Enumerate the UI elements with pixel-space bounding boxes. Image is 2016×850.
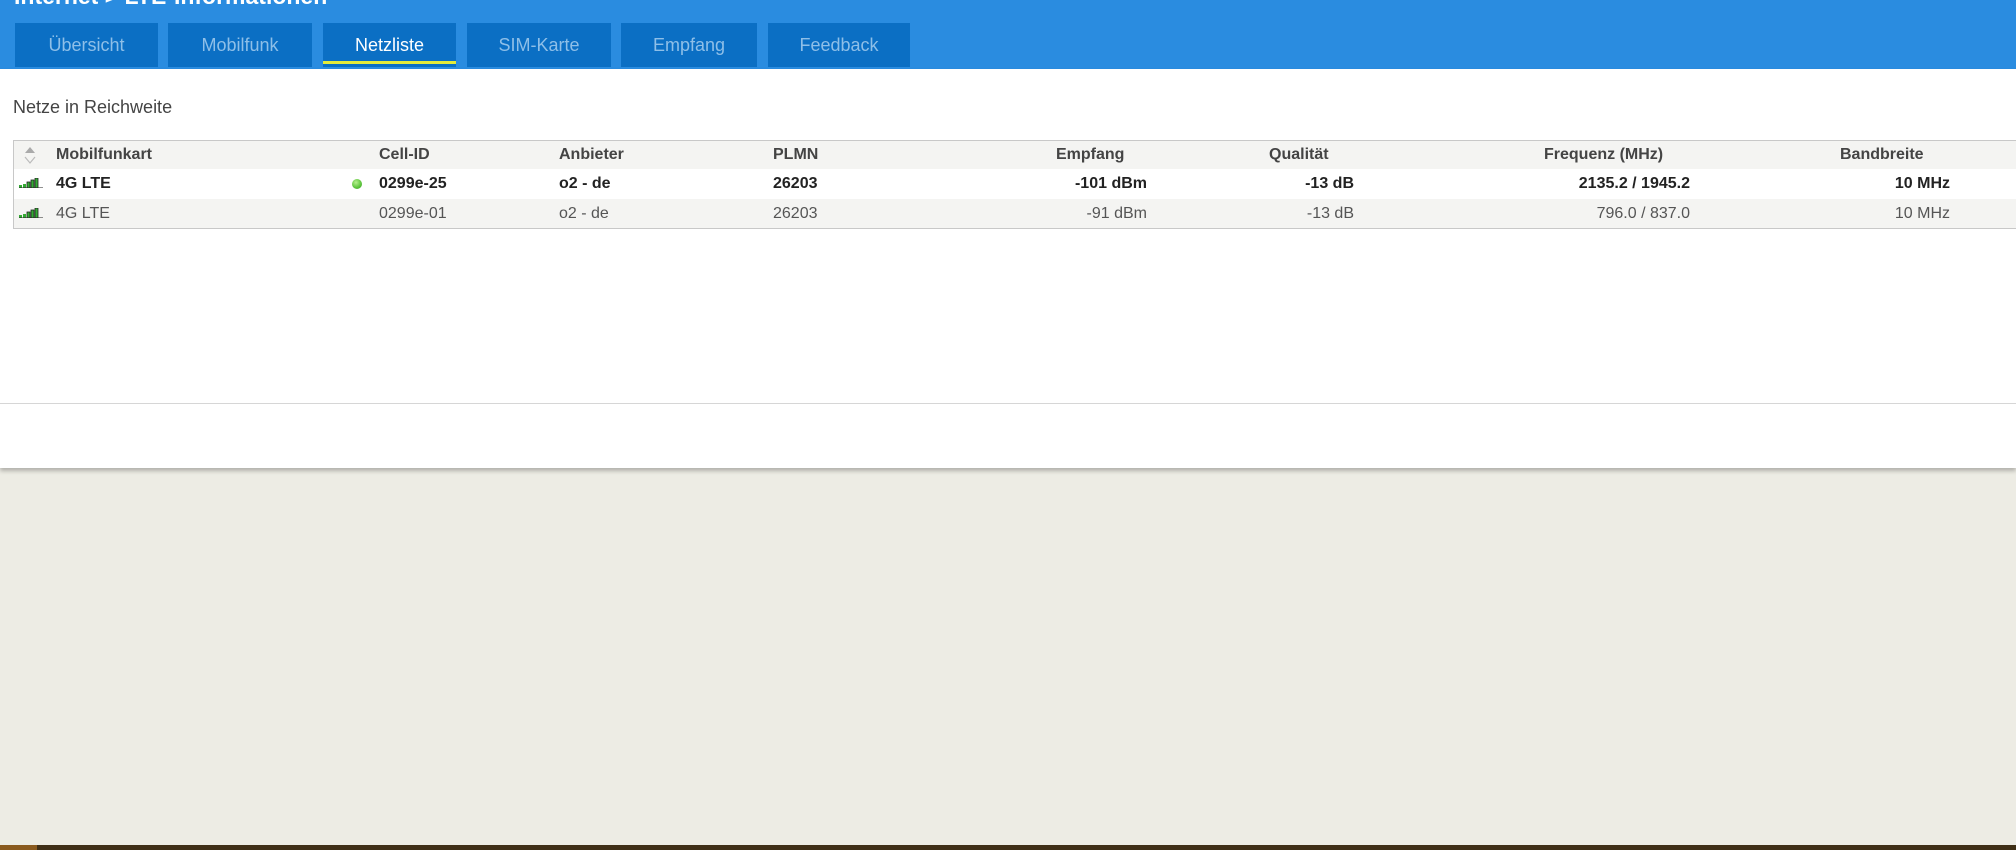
table-row[interactable]: 4G LTE 0299e-25 o2 - de 26203 -101 dBm -…: [14, 169, 2016, 198]
tab-sim-karte[interactable]: SIM-Karte: [467, 23, 611, 67]
section-title: Netze in Reichweite: [13, 97, 173, 117]
taskbar-item: [0, 845, 37, 850]
page-title: Internet > LTE-Informationen: [14, 0, 327, 10]
column-header-anbieter[interactable]: Anbieter: [559, 141, 624, 169]
taskbar-edge: [0, 845, 2016, 850]
cell-plmn: 26203: [773, 174, 818, 192]
content-panel: Netze in Reichweite Mobilfunkart Cell-ID…: [0, 69, 2016, 468]
column-header-bandbreite[interactable]: Bandbreite: [1840, 141, 1924, 169]
signal-strength-icon: [19, 208, 43, 218]
cell-reception: -101 dBm: [1074, 174, 1147, 192]
active-cell-dot-icon: [352, 169, 362, 198]
tab-feedback[interactable]: Feedback: [768, 23, 910, 67]
cell-quality: -13 dB: [1305, 174, 1354, 192]
table-row[interactable]: 4G LTE 0299e-01 o2 - de 26203 -91 dBm -1…: [14, 199, 2016, 228]
cell-type: 4G LTE: [56, 174, 111, 192]
column-header-empfang[interactable]: Empfang: [1056, 141, 1124, 169]
column-header-mobilfunkart[interactable]: Mobilfunkart: [56, 141, 152, 169]
tab-uebersicht[interactable]: Übersicht: [15, 23, 158, 67]
sort-icon[interactable]: [22, 141, 38, 169]
cell-quality: -13 dB: [1306, 204, 1354, 222]
cell-bandwidth: 10 MHz: [1894, 204, 1950, 222]
cell-reception: -91 dBm: [1086, 204, 1147, 222]
tab-mobilfunk[interactable]: Mobilfunk: [168, 23, 312, 67]
cell-id: 0299e-25: [379, 174, 447, 192]
cell-provider: o2 - de: [559, 204, 609, 222]
cell-provider: o2 - de: [559, 174, 611, 192]
tab-netzliste[interactable]: Netzliste: [323, 23, 456, 67]
table-header: Mobilfunkart Cell-ID Anbieter PLMN Empfa…: [14, 141, 2016, 169]
cell-id: 0299e-01: [379, 204, 447, 222]
header-bar: Internet > LTE-Informationen Übersicht M…: [0, 0, 2016, 69]
cell-type: 4G LTE: [56, 204, 110, 222]
cell-frequency: 2135.2 / 1945.2: [1578, 174, 1690, 192]
network-table: Mobilfunkart Cell-ID Anbieter PLMN Empfa…: [13, 140, 2016, 229]
cell-bandwidth: 10 MHz: [1894, 174, 1950, 192]
tab-label: Netzliste: [354, 34, 425, 55]
cell-plmn: 26203: [773, 204, 818, 222]
divider: [0, 403, 2016, 404]
column-header-plmn[interactable]: PLMN: [773, 141, 818, 169]
cell-frequency: 796.0 / 837.0: [1596, 204, 1690, 222]
column-header-frequenz[interactable]: Frequenz (MHz): [1544, 141, 1663, 169]
column-header-qualitaet[interactable]: Qualität: [1269, 141, 1329, 169]
tab-empfang[interactable]: Empfang: [621, 23, 757, 67]
signal-strength-icon: [19, 178, 43, 188]
column-header-cell-id[interactable]: Cell-ID: [379, 141, 430, 169]
